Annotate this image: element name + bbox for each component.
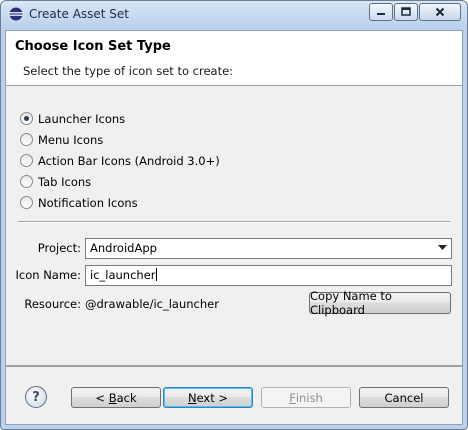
back-button[interactable]: < Back — [71, 387, 161, 408]
maximize-button[interactable] — [394, 3, 418, 21]
section-divider — [18, 221, 450, 223]
window-controls — [368, 3, 461, 21]
minimize-button[interactable] — [369, 3, 393, 21]
radio-notification-icons[interactable]: Notification Icons — [20, 192, 220, 213]
radio-tab-icons[interactable]: Tab Icons — [20, 171, 220, 192]
radio-menu-icons[interactable]: Menu Icons — [20, 129, 220, 150]
icon-name-input-text: ic_launcher — [90, 268, 157, 282]
project-select[interactable]: AndroidApp — [85, 238, 452, 259]
finish-button[interactable]: Finish — [261, 387, 351, 408]
radio-label: Action Bar Icons (Android 3.0+) — [38, 153, 220, 168]
back-mnemonic: B — [108, 390, 117, 405]
radio-action-bar-icons[interactable]: Action Bar Icons (Android 3.0+) — [20, 150, 220, 171]
text-caret — [155, 268, 157, 281]
icon-name-label: Icon Name: — [15, 268, 82, 282]
radio-button[interactable] — [20, 133, 33, 146]
dropdown-arrow-icon[interactable] — [435, 241, 449, 255]
radio-button[interactable] — [20, 154, 33, 167]
icon-name-input[interactable]: ic_launcher — [85, 265, 452, 286]
title-bar[interactable]: Create Asset Set — [1, 1, 467, 27]
close-icon — [435, 7, 445, 17]
project-label: Project: — [37, 241, 81, 255]
radio-label: Launcher Icons — [38, 111, 126, 126]
icon-name-value: ic_launcher — [90, 268, 156, 282]
footer-divider — [6, 365, 462, 367]
help-icon[interactable]: ? — [25, 386, 47, 408]
radio-label: Menu Icons — [38, 132, 104, 147]
radio-label: Tab Icons — [38, 174, 92, 189]
radio-label: Notification Icons — [38, 195, 138, 210]
page-title: Choose Icon Set Type — [15, 39, 171, 54]
radio-button[interactable] — [20, 175, 33, 188]
radio-launcher-icons[interactable]: Launcher Icons — [20, 108, 220, 129]
resource-value: @drawable/ic_launcher — [85, 297, 219, 311]
icon-type-radio-group: Launcher Icons Menu Icons Action Bar Ico… — [20, 108, 220, 213]
wizard-window: Create Asset Set Choose Icon Set Type Se… — [0, 0, 468, 430]
maximize-icon — [401, 7, 411, 16]
next-mnemonic: N — [187, 390, 197, 405]
project-select-value: AndroidApp — [90, 241, 157, 255]
finish-label-rest: inish — [295, 390, 323, 405]
next-label-rest: ext > — [196, 390, 229, 405]
resource-label: Resource: — [24, 297, 81, 311]
radio-button[interactable] — [20, 196, 33, 209]
minimize-icon — [377, 13, 385, 15]
page-description: Select the type of icon set to create: — [23, 64, 234, 78]
back-label-rest: ack — [116, 390, 137, 405]
dialog-body: Choose Icon Set Type Select the type of … — [5, 30, 463, 425]
window-title: Create Asset Set — [29, 7, 130, 21]
radio-button[interactable] — [20, 112, 33, 125]
back-prefix: < — [95, 390, 109, 405]
next-button[interactable]: Next > — [163, 387, 253, 408]
wizard-header: Choose Icon Set Type Select the type of … — [6, 31, 462, 86]
finish-mnemonic: F — [289, 390, 296, 405]
cancel-button[interactable]: Cancel — [359, 387, 449, 408]
eclipse-icon — [9, 7, 23, 21]
copy-name-button[interactable]: Copy Name to Clipboard — [309, 289, 451, 317]
close-button[interactable] — [419, 3, 461, 21]
